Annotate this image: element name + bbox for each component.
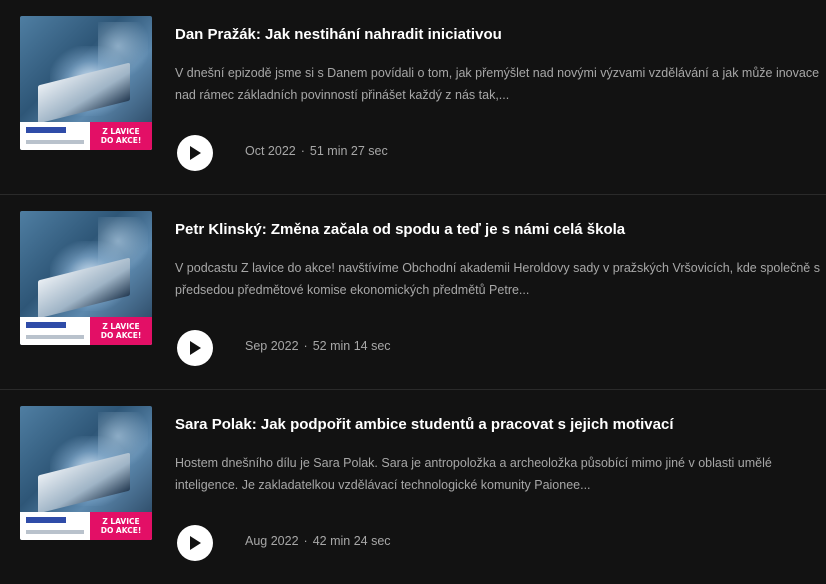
episode-date: Oct 2022 xyxy=(245,144,296,158)
play-icon xyxy=(190,536,201,550)
cover-badge: Z LAVICE DO AKCE! xyxy=(90,512,152,540)
episode-cover-image[interactable]: Z LAVICE DO AKCE! xyxy=(20,211,152,345)
episode-duration: 52 min 14 sec xyxy=(312,339,391,353)
sponsor-logos xyxy=(26,335,84,339)
eu-flag-logo xyxy=(26,127,66,133)
eu-flag-logo xyxy=(26,322,66,328)
episode-description: Hostem dnešního dílu je Sara Polak. Sara… xyxy=(175,456,772,492)
cover-badge-line-1: Z LAVICE xyxy=(102,322,140,331)
cover-badge: Z LAVICE DO AKCE! xyxy=(90,122,152,150)
episode-list: Z LAVICE DO AKCE! Dan Pražák: Jak nestih… xyxy=(0,0,826,583)
episode-item[interactable]: Z LAVICE DO AKCE! Sara Polak: Jak podpoř… xyxy=(0,390,826,584)
cover-badge-line-1: Z LAVICE xyxy=(102,517,140,526)
episode-meta: Aug 2022 · 42 min 24 sec xyxy=(245,534,391,548)
meta-separator: · xyxy=(300,144,305,158)
episode-item[interactable]: Z LAVICE DO AKCE! Dan Pražák: Jak nestih… xyxy=(0,0,826,194)
play-button[interactable] xyxy=(177,135,213,171)
episode-duration: 51 min 27 sec xyxy=(309,144,388,158)
cover-badge-line-2: DO AKCE! xyxy=(100,526,142,535)
episode-description: V podcastu Z lavice do akce! navštívíme … xyxy=(175,261,820,297)
play-icon xyxy=(190,146,201,160)
episode-meta: Oct 2022 · 51 min 27 sec xyxy=(245,144,388,158)
cover-badge-line-2: DO AKCE! xyxy=(100,331,142,340)
sponsor-logos xyxy=(26,140,84,144)
play-icon xyxy=(190,341,201,355)
sponsor-logos xyxy=(26,530,84,534)
episode-duration: 42 min 24 sec xyxy=(312,534,391,548)
episode-title[interactable]: Petr Klinský: Změna začala od spodu a te… xyxy=(175,221,815,238)
episode-meta: Sep 2022 · 52 min 14 sec xyxy=(245,339,391,353)
meta-separator: · xyxy=(303,534,308,548)
episode-item[interactable]: Z LAVICE DO AKCE! Petr Klinský: Změna za… xyxy=(0,195,826,389)
episode-description: V dnešní epizodě jsme si s Danem povídal… xyxy=(175,66,820,102)
episode-date: Sep 2022 xyxy=(245,339,299,353)
play-button[interactable] xyxy=(177,330,213,366)
cover-badge-line-1: Z LAVICE xyxy=(102,127,140,136)
episode-title[interactable]: Sara Polak: Jak podpořit ambice studentů… xyxy=(175,416,815,433)
episode-title[interactable]: Dan Pražák: Jak nestihání nahradit inici… xyxy=(175,26,815,43)
meta-separator: · xyxy=(303,339,308,353)
eu-flag-logo xyxy=(26,517,66,523)
episode-cover-image[interactable]: Z LAVICE DO AKCE! xyxy=(20,16,152,150)
cover-badge-line-2: DO AKCE! xyxy=(100,136,142,145)
play-button[interactable] xyxy=(177,525,213,561)
cover-badge: Z LAVICE DO AKCE! xyxy=(90,317,152,345)
episode-date: Aug 2022 xyxy=(245,534,299,548)
episode-cover-image[interactable]: Z LAVICE DO AKCE! xyxy=(20,406,152,540)
